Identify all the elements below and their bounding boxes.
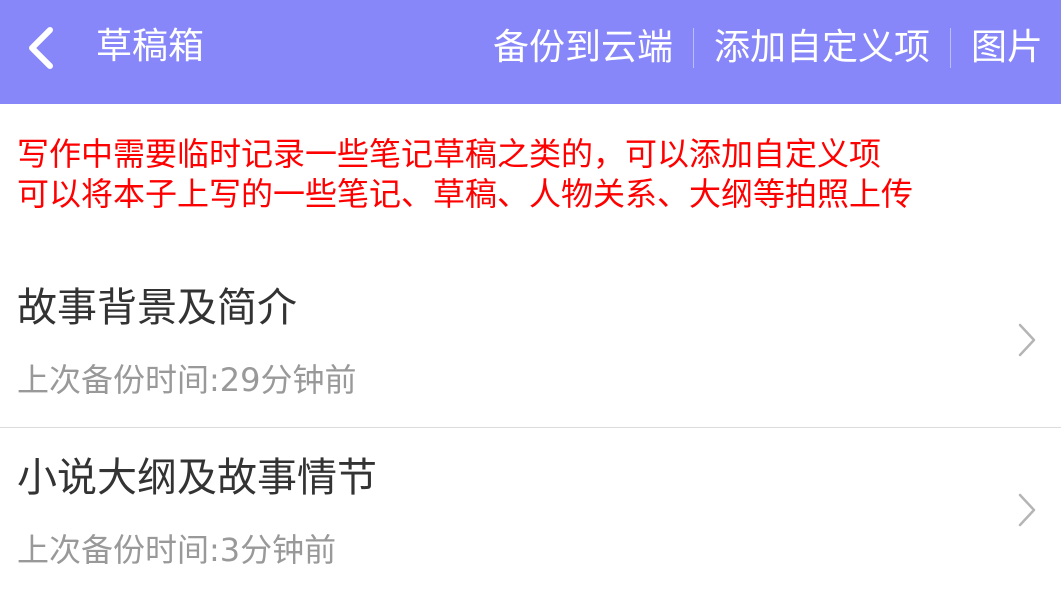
notice-line: 写作中需要临时记录一些笔记草稿之类的，可以添加自定义项 (17, 135, 882, 173)
header-actions: 备份到云端 添加自定义项 图片 (493, 26, 1043, 70)
notice-text: 写作中需要临时记录一些笔记草稿之类的，可以添加自定义项 可以将本子上写的一些笔记… (17, 134, 913, 214)
add-custom-item-button[interactable]: 添加自定义项 (714, 26, 930, 70)
chevron-right-icon (1018, 323, 1036, 357)
chevron-left-icon (29, 27, 53, 69)
divider (692, 28, 694, 68)
chevron-right-icon (1018, 493, 1036, 527)
item-backup-time: 上次备份时间:29分钟前 (17, 361, 357, 399)
list-item[interactable]: 小说大纲及故事情节 上次备份时间:3分钟前 (0, 428, 1061, 598)
item-backup-time: 上次备份时间:3分钟前 (17, 531, 337, 569)
divider (949, 28, 951, 68)
list-item[interactable]: 故事背景及简介 上次备份时间:29分钟前 (0, 258, 1061, 428)
back-button[interactable] (22, 24, 62, 72)
notice-line: 可以将本子上写的一些笔记、草稿、人物关系、大纲等拍照上传 (17, 175, 914, 213)
images-button[interactable]: 图片 (971, 26, 1043, 70)
app-header: 草稿箱 备份到云端 添加自定义项 图片 (0, 0, 1061, 104)
item-title: 故事背景及简介 (17, 285, 297, 331)
page-title: 草稿箱 (96, 26, 205, 67)
backup-to-cloud-button[interactable]: 备份到云端 (493, 26, 673, 70)
item-title: 小说大纲及故事情节 (17, 455, 377, 501)
